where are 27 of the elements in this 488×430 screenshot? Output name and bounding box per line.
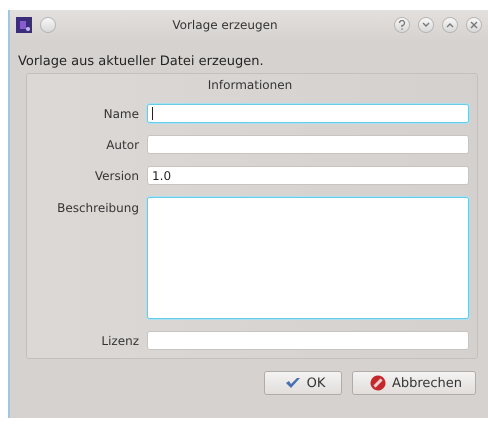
- chevron-down-icon: [422, 22, 430, 28]
- minimize-button[interactable]: [418, 17, 434, 33]
- cancel-icon: [370, 375, 386, 391]
- field-label: Autor: [105, 138, 139, 152]
- maximize-button[interactable]: [442, 17, 458, 33]
- window-title: Vorlage erzeugen: [171, 18, 279, 32]
- close-button[interactable]: [466, 17, 482, 33]
- help-button[interactable]: [394, 17, 410, 33]
- close-icon: [470, 21, 478, 29]
- group-title: Informationen: [206, 78, 294, 92]
- text-area[interactable]: [147, 197, 469, 319]
- cancel-button[interactable]: Abbrechen: [352, 371, 476, 395]
- input-field[interactable]: [147, 135, 469, 154]
- chevron-up-icon: [446, 22, 454, 28]
- input-field[interactable]: 1.0: [147, 166, 469, 185]
- menu-button[interactable]: [40, 17, 56, 33]
- field-label: Version: [94, 168, 139, 182]
- field-label: Beschreibung: [56, 200, 139, 215]
- input-field[interactable]: [147, 331, 469, 350]
- ok-button[interactable]: OK: [264, 371, 342, 395]
- help-icon: [398, 20, 406, 30]
- app-icon: [16, 17, 32, 33]
- checkmark-icon: [284, 376, 301, 390]
- field-label: Lizenz: [100, 334, 139, 348]
- field-label: Name: [102, 106, 139, 120]
- dialog-description: Vorlage aus aktueller Datei erzeugen.: [17, 53, 265, 71]
- input-field[interactable]: [147, 104, 469, 123]
